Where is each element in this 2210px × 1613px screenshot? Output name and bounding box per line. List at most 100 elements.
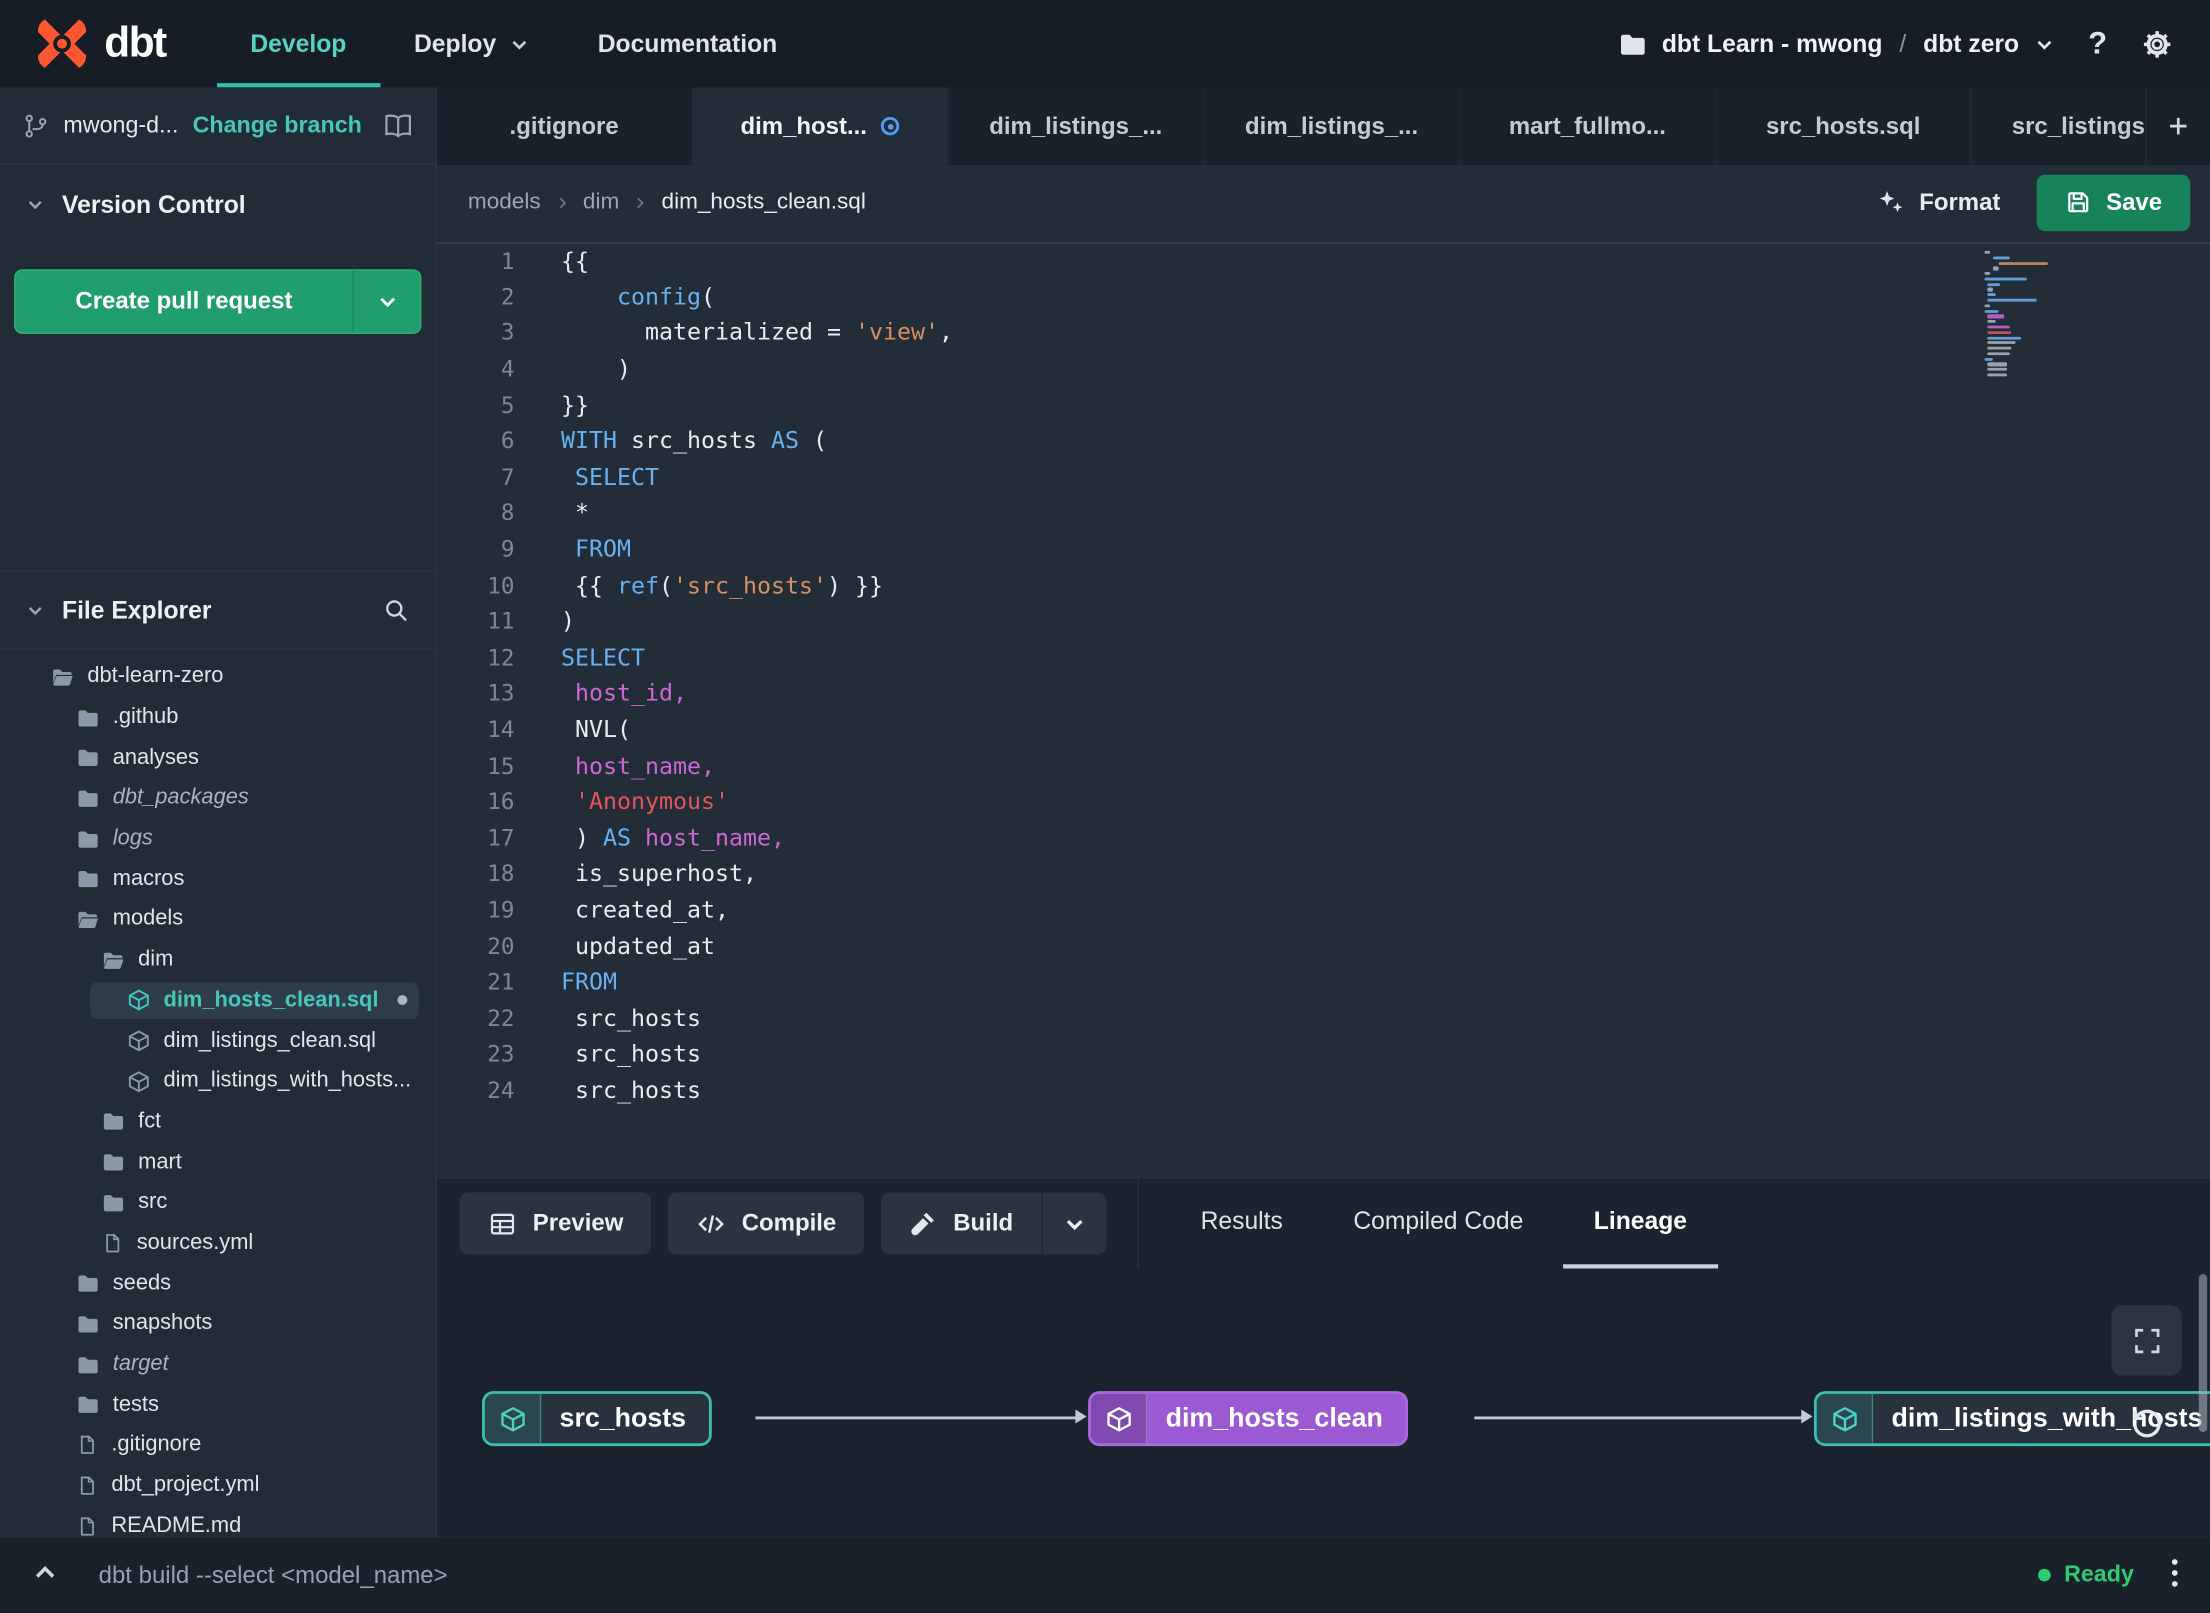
code-line[interactable]: 15 host_name, <box>437 747 2210 783</box>
lineage-canvas[interactable]: src_hosts dim_hosts_clean dim_listings_w… <box>436 1268 2210 1537</box>
nav-item-deploy[interactable]: Deploy <box>380 0 564 87</box>
result-tab-lineage[interactable]: Lineage <box>1562 1178 1719 1269</box>
file-tree-item[interactable]: analyses <box>0 738 436 778</box>
save-button[interactable]: Save <box>2037 174 2191 231</box>
chevron-down-icon <box>509 33 530 54</box>
lineage-node-dim-hosts-clean[interactable]: dim_hosts_clean <box>1088 1391 1409 1447</box>
change-branch-link[interactable]: Change branch <box>193 112 362 139</box>
code-line[interactable]: 9 FROM <box>437 531 2210 567</box>
model-icon <box>127 989 151 1013</box>
file-tree-item[interactable]: sources.yml <box>0 1223 436 1263</box>
reset-view-button[interactable] <box>2120 1395 2174 1449</box>
folder-icon <box>76 867 100 891</box>
preview-button[interactable]: Preview <box>459 1192 652 1255</box>
file-tree-item[interactable]: dim_listings_with_hosts... <box>0 1061 436 1101</box>
code-line[interactable]: 24 src_hosts <box>437 1072 2210 1108</box>
editor-tab[interactable]: dim_host... <box>692 87 949 165</box>
file-tree-item[interactable]: dim_listings_clean.sql <box>0 1021 436 1061</box>
new-tab-button[interactable] <box>2145 87 2210 165</box>
docs-book-icon[interactable] <box>383 111 413 141</box>
file-tree-item[interactable]: logs <box>0 819 436 859</box>
fullscreen-button[interactable] <box>2111 1305 2182 1376</box>
editor-tab[interactable]: src_hosts.sql <box>1716 87 1972 165</box>
file-tree-item[interactable]: dim_hosts_clean.sql <box>0 980 436 1020</box>
code-line[interactable]: 13 host_id, <box>437 675 2210 711</box>
file-tree-item[interactable]: target <box>0 1344 436 1384</box>
file-explorer-header[interactable]: File Explorer <box>0 570 436 650</box>
file-tree-item[interactable]: tests <box>0 1385 436 1425</box>
code-line[interactable]: 14 NVL( <box>437 711 2210 747</box>
code-text: config( <box>616 283 716 310</box>
file-tree-item[interactable]: .gitignore <box>0 1425 436 1465</box>
file-tree-item[interactable]: dim <box>0 940 436 980</box>
code-line[interactable]: 21 FROM <box>437 964 2210 1000</box>
file-tree-item[interactable]: dbt_project.yml <box>0 1465 436 1505</box>
file-tree-item[interactable]: .github <box>0 697 436 737</box>
code-editor[interactable]: 1{{2 config(3 materialized = 'view', 4 ) 5… <box>436 239 2210 1177</box>
code-line[interactable]: 8 * <box>437 495 2210 531</box>
code-line[interactable]: 12 SELECT <box>437 639 2210 675</box>
version-control-header[interactable]: Version Control <box>0 165 436 244</box>
code-line[interactable]: 11) <box>437 603 2210 639</box>
command-input[interactable]: dbt build --select <model_name> <box>99 1561 448 1589</box>
code-line[interactable]: 17 ) AS host_name, <box>437 820 2210 856</box>
code-line[interactable]: 2 config( <box>437 278 2210 314</box>
file-tree-item[interactable]: README.md <box>0 1506 436 1536</box>
editor-tab[interactable]: .gitignore <box>437 87 693 165</box>
kebab-menu-button[interactable] <box>2171 1557 2179 1592</box>
code-line[interactable]: 4 ) <box>437 351 2210 387</box>
gear-icon[interactable] <box>2141 27 2173 59</box>
create-pull-request-button[interactable]: Create pull request <box>14 269 422 335</box>
code-line[interactable]: 18 is_superhost, <box>437 856 2210 892</box>
project-selector[interactable]: dbt Learn - mwong / dbt zero <box>1618 29 2054 59</box>
code-line[interactable]: 7 SELECT <box>437 459 2210 495</box>
minimap[interactable] <box>1984 250 2048 377</box>
breadcrumb-part[interactable]: dim <box>583 190 619 215</box>
file-tree-item[interactable]: macros <box>0 859 436 899</box>
pr-dropdown-caret[interactable] <box>352 270 420 333</box>
code-line[interactable]: 16 'Anonymous' <box>437 784 2210 820</box>
dbt-logo[interactable]: dbt <box>34 0 167 87</box>
editor-tab[interactable]: dim_listings_... <box>949 87 1205 165</box>
scrollbar-thumb[interactable] <box>2198 1274 2208 1432</box>
file-tree-item[interactable]: mart <box>0 1142 436 1182</box>
file-tree-item[interactable]: src <box>0 1182 436 1222</box>
code-line[interactable]: 10 {{ ref('src_hosts') }} <box>437 567 2210 603</box>
file-tree-item[interactable]: seeds <box>0 1263 436 1303</box>
compile-button[interactable]: Compile <box>668 1192 865 1255</box>
editor-tab[interactable]: mart_fullmo... <box>1460 87 1716 165</box>
nav-item-documentation[interactable]: Documentation <box>564 0 811 87</box>
file-tree-item[interactable]: dbt-learn-zero <box>0 657 436 697</box>
code-line[interactable]: 23 src_hosts <box>437 1036 2210 1072</box>
breadcrumb-part[interactable]: dim_hosts_clean.sql <box>662 190 866 215</box>
file-tree-item[interactable]: fct <box>0 1102 436 1142</box>
dbt-logo-icon <box>34 16 90 72</box>
lineage-edge <box>1474 1409 1813 1424</box>
code-line[interactable]: 19 created_at, <box>437 892 2210 928</box>
file-tree-item[interactable]: models <box>0 899 436 939</box>
format-button[interactable]: Format <box>1861 176 2014 228</box>
lineage-node-src-hosts[interactable]: src_hosts <box>482 1391 712 1447</box>
line-number: 13 <box>487 679 515 707</box>
file-tree-item[interactable]: snapshots <box>0 1304 436 1344</box>
code-line[interactable]: 3 materialized = 'view', <box>437 315 2210 351</box>
line-number: 9 <box>500 535 515 563</box>
code-line[interactable]: 20 updated_at <box>437 928 2210 964</box>
code-line[interactable]: 5}} <box>437 387 2210 423</box>
search-icon[interactable] <box>382 596 410 624</box>
result-tab-compiled-code[interactable]: Compiled Code <box>1322 1178 1554 1268</box>
model-cube-icon <box>1090 1393 1148 1444</box>
file-tree-item[interactable]: dbt_packages <box>0 778 436 818</box>
breadcrumb-part[interactable]: models <box>468 190 541 215</box>
console-toggle-button[interactable] <box>31 1559 59 1591</box>
code-line[interactable]: 22 src_hosts <box>437 1000 2210 1036</box>
code-line[interactable]: 6 WITH src_hosts AS ( <box>437 423 2210 459</box>
build-button[interactable]: Build <box>881 1192 1042 1255</box>
build-dropdown-caret[interactable] <box>1041 1192 1107 1255</box>
code-line[interactable]: 1 {{ <box>436 242 2210 278</box>
help-button[interactable]: ? <box>2083 25 2113 62</box>
nav-item-develop[interactable]: Develop <box>217 0 381 87</box>
result-tab-results[interactable]: Results <box>1170 1178 1314 1268</box>
editor-tab[interactable]: dim_listings_... <box>1204 87 1461 165</box>
folder-icon <box>1618 29 1648 59</box>
